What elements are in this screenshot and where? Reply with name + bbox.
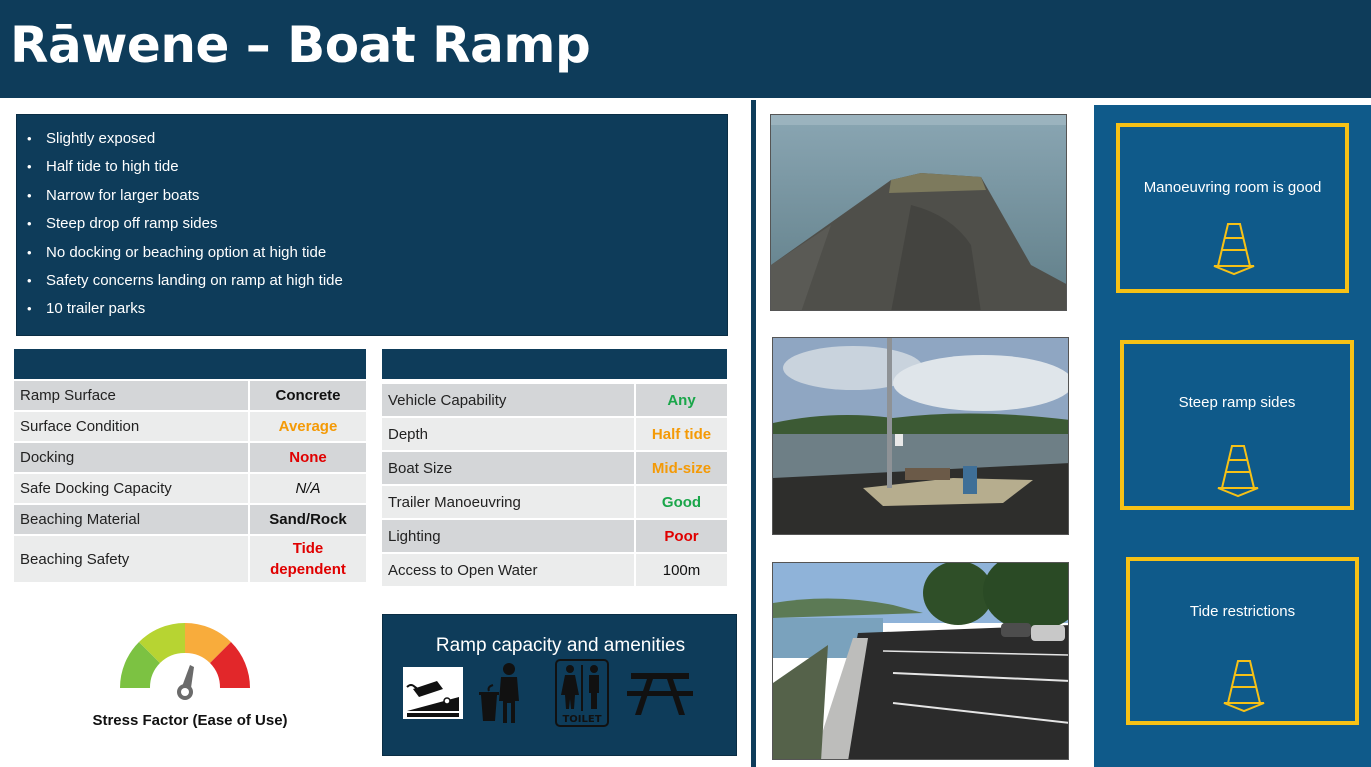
table-label: Trailer Manoeuvring bbox=[380, 484, 636, 520]
bullet-item: • Safety concerns landing on ramp at high… bbox=[27, 271, 727, 299]
warning-text: Steep ramp sides bbox=[1178, 394, 1296, 411]
bullet-text: Safety concerns landing on ramp at high … bbox=[46, 271, 343, 289]
bullet-text: Steep drop off ramp sides bbox=[46, 215, 218, 233]
table-label: Surface Condition bbox=[12, 410, 250, 443]
bullet-list: • Slightly exposed • Half tide to high tide… bbox=[27, 129, 727, 328]
toilet-icon-text: TOILET bbox=[562, 714, 601, 725]
amenities-panel: Ramp capacity and amenities TOILET bbox=[382, 614, 737, 756]
picnic-table-icon bbox=[627, 673, 693, 715]
table-value: Concrete bbox=[248, 379, 368, 412]
table-value: Good bbox=[634, 484, 729, 520]
bullet-dot: • bbox=[27, 131, 32, 146]
table-label: Ramp Surface bbox=[12, 379, 250, 412]
bullet-item: • No docking or beaching option at high t… bbox=[27, 243, 727, 271]
table-value: N/A bbox=[248, 472, 368, 505]
ramp-photo bbox=[770, 114, 1067, 311]
table-value: Sand/Rock bbox=[248, 503, 368, 536]
left-table-header bbox=[14, 349, 366, 379]
table-value: Poor bbox=[634, 518, 729, 554]
warning-card: Tide restrictions bbox=[1126, 557, 1359, 725]
boat-ramp-icon bbox=[403, 667, 463, 719]
bullet-item: • Steep drop off ramp sides bbox=[27, 214, 727, 242]
bullet-text: Slightly exposed bbox=[46, 130, 156, 147]
gauge-icon bbox=[119, 622, 251, 700]
vertical-divider bbox=[751, 100, 756, 767]
traffic-cone-icon bbox=[1217, 445, 1259, 498]
bullet-text: Narrow for larger boats bbox=[46, 186, 200, 204]
carpark-photo bbox=[772, 562, 1069, 760]
warning-card: Manoeuvring room is good bbox=[1116, 123, 1349, 293]
table-value: Average bbox=[248, 410, 368, 443]
toilet-icon: TOILET bbox=[555, 659, 609, 727]
warning-text: Tide restrictions bbox=[1189, 603, 1296, 620]
rubbish-bin-icon bbox=[479, 663, 519, 723]
bullet-dot: • bbox=[27, 187, 32, 203]
table-label: Safe Docking Capacity bbox=[12, 472, 250, 505]
table-value: 100m bbox=[634, 552, 729, 588]
right-table-header bbox=[382, 349, 727, 379]
gauge-needle-icon bbox=[177, 665, 194, 700]
bullet-text: No docking or beaching option at high ti… bbox=[46, 243, 327, 261]
bullet-dot: • bbox=[27, 244, 32, 260]
table-label: Boat Size bbox=[380, 450, 636, 486]
table-value: Any bbox=[634, 382, 729, 418]
table-label: Access to Open Water bbox=[380, 552, 636, 588]
ramp-access-table: Vehicle Capability Any Depth Half tide B… bbox=[380, 382, 729, 588]
title-bar: Rāwene – Boat Ramp bbox=[0, 0, 1371, 98]
bullet-dot: • bbox=[27, 159, 32, 175]
bullet-dot: • bbox=[27, 216, 32, 232]
ramp-surface-table: Ramp Surface Concrete Surface Condition … bbox=[12, 379, 368, 584]
info-bullet-panel: • Slightly exposed • Half tide to high tide… bbox=[16, 114, 728, 336]
bullet-text: Half tide to high tide bbox=[46, 158, 179, 176]
stress-factor-label: Stress Factor (Ease of Use) bbox=[92, 712, 288, 729]
traffic-cone-icon bbox=[1223, 660, 1265, 713]
bullet-dot: • bbox=[27, 301, 32, 317]
amenities-title: Ramp capacity and amenities bbox=[435, 635, 686, 656]
table-label: Depth bbox=[380, 416, 636, 452]
bullet-item: • Half tide to high tide bbox=[27, 157, 727, 185]
bullet-text: 10 trailer parks bbox=[46, 300, 146, 318]
table-value: None bbox=[248, 441, 368, 474]
table-label: Lighting bbox=[380, 518, 636, 554]
bullet-item: • Narrow for larger boats bbox=[27, 186, 727, 214]
bullet-item: • Slightly exposed bbox=[27, 129, 727, 157]
warning-text: Manoeuvring room is good bbox=[1143, 179, 1322, 196]
ramp-foreshore-photo bbox=[772, 337, 1069, 535]
table-label: Beaching Safety bbox=[12, 534, 250, 584]
page-title: Rāwene – Boat Ramp bbox=[10, 16, 591, 74]
traffic-cone-icon bbox=[1213, 223, 1255, 276]
table-label: Docking bbox=[12, 441, 250, 474]
stress-factor-gauge bbox=[110, 615, 260, 705]
bullet-dot: • bbox=[27, 272, 32, 288]
table-value: Half tide bbox=[634, 416, 729, 452]
table-label: Beaching Material bbox=[12, 503, 250, 536]
bullet-item: • 10 trailer parks bbox=[27, 299, 727, 327]
table-value: Mid-size bbox=[634, 450, 729, 486]
table-label: Vehicle Capability bbox=[380, 382, 636, 418]
table-value: Tide dependent bbox=[248, 534, 368, 584]
warning-card: Steep ramp sides bbox=[1120, 340, 1354, 510]
